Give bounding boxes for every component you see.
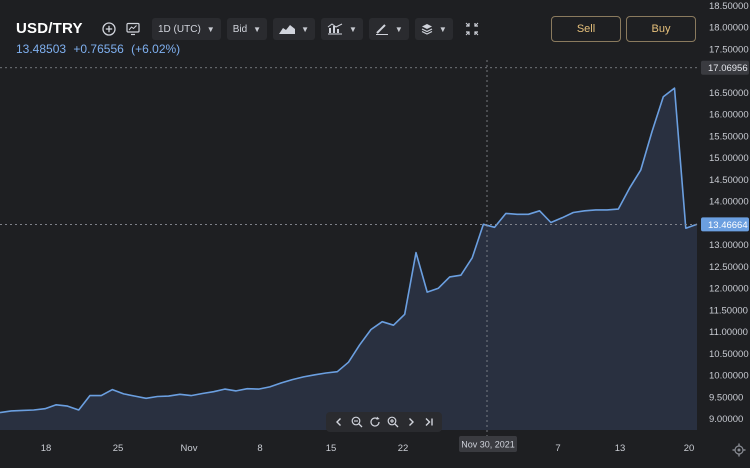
indicators-icon (327, 23, 343, 35)
price-type-label: Bid (233, 24, 247, 35)
price-change: +0.76556 (73, 42, 123, 56)
y-tick-label: 14.50000 (709, 175, 749, 186)
reset-icon[interactable] (367, 414, 383, 430)
symbol-title: USD/TRY (16, 20, 83, 37)
buy-button[interactable]: Buy (626, 16, 696, 42)
x-tick-label: 22 (398, 443, 409, 454)
y-tick-label: 9.00000 (709, 414, 743, 425)
x-tick-label: 13 (615, 443, 626, 454)
y-tick-label: 18.00000 (709, 23, 749, 34)
price-type-dropdown[interactable]: Bid ▼ (227, 18, 267, 40)
crosshair-price-label: 17.06956 (708, 63, 748, 74)
price-change-percent: (+6.02%) (131, 42, 180, 56)
price-chart[interactable]: 18.5000018.0000017.5000017.0000016.50000… (0, 0, 750, 463)
interval-dropdown[interactable]: 1D (UTC) ▼ (152, 18, 221, 40)
y-tick-label: 11.50000 (709, 305, 748, 316)
y-tick-label: 15.50000 (709, 131, 749, 142)
chart-type-dropdown[interactable]: ▼ (273, 18, 315, 40)
chevron-down-icon: ▼ (207, 25, 215, 34)
x-tick-label: 8 (257, 443, 262, 454)
y-tick-label: 11.00000 (709, 327, 748, 338)
chart-monitor-icon[interactable] (122, 18, 144, 40)
y-tick-label: 16.00000 (709, 110, 749, 121)
sell-button[interactable]: Sell (551, 16, 621, 42)
layers-icon (421, 23, 433, 35)
y-tick-label: 14.00000 (709, 197, 749, 208)
y-tick-label: 12.00000 (709, 284, 749, 295)
chevron-down-icon: ▼ (301, 25, 309, 34)
x-tick-label: 20 (684, 443, 695, 454)
chevron-down-icon: ▼ (395, 25, 403, 34)
crosshair-date-label: Nov 30, 2021 (461, 440, 515, 450)
chevron-down-icon: ▼ (253, 25, 261, 34)
area-chart-icon (279, 23, 295, 35)
y-tick-label: 16.50000 (709, 88, 749, 99)
drawing-tools-dropdown[interactable]: ▼ (369, 18, 409, 40)
chart-toolbar: 1D (UTC) ▼ Bid ▼ ▼ ▼ ▼ ▼ (98, 18, 485, 40)
chevron-down-icon: ▼ (439, 25, 447, 34)
x-tick-label: 18 (41, 443, 52, 454)
price-summary: 13.48503 +0.76556 (+6.02%) (16, 42, 184, 56)
x-tick-label: 25 (113, 443, 124, 454)
y-tick-label: 10.50000 (709, 349, 749, 360)
layers-dropdown[interactable]: ▼ (415, 18, 453, 40)
fullscreen-icon[interactable] (461, 18, 483, 40)
y-tick-label: 9.50000 (709, 392, 743, 403)
y-tick-label: 18.50000 (709, 1, 749, 12)
y-tick-label: 17.50000 (709, 44, 749, 55)
scroll-to-end-icon[interactable] (421, 414, 437, 430)
x-tick-label: 7 (555, 443, 560, 454)
zoom-in-icon[interactable] (385, 414, 401, 430)
chart-header: USD/TRY 13.48503 +0.76556 (+6.02%) 1D (U… (0, 0, 700, 60)
chevron-left-icon[interactable] (331, 414, 347, 430)
y-tick-label: 10.00000 (709, 371, 749, 382)
chevron-right-icon[interactable] (403, 414, 419, 430)
y-tick-label: 13.00000 (709, 240, 749, 251)
y-tick-label: 15.00000 (709, 153, 749, 164)
x-tick-label: Nov (181, 443, 198, 454)
pencil-icon (375, 23, 389, 35)
plus-circle-icon[interactable] (98, 18, 120, 40)
y-tick-label: 12.50000 (709, 262, 749, 273)
interval-label: 1D (UTC) (158, 24, 201, 35)
chart-area[interactable]: 18.5000018.0000017.5000017.0000016.50000… (0, 0, 750, 463)
last-price-label: 13.46664 (708, 220, 748, 231)
zoom-out-icon[interactable] (349, 414, 365, 430)
indicators-dropdown[interactable]: ▼ (321, 18, 363, 40)
last-price: 13.48503 (16, 42, 66, 56)
chevron-down-icon: ▼ (349, 25, 357, 34)
chart-navigation (326, 412, 442, 432)
x-tick-label: 15 (326, 443, 337, 454)
